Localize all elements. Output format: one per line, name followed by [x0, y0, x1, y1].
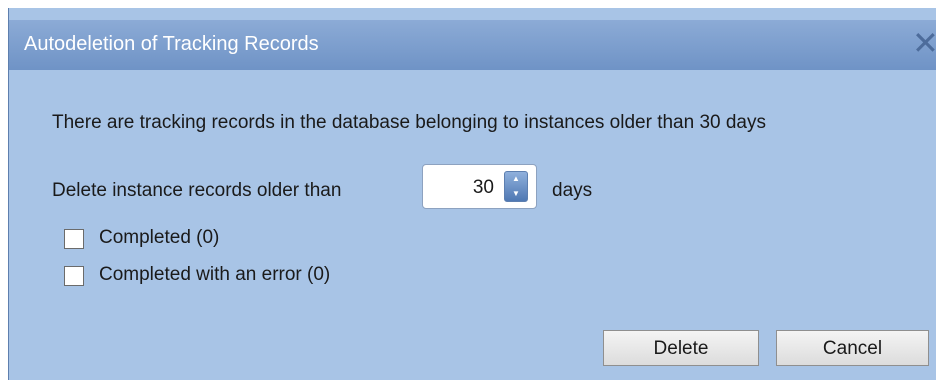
close-icon[interactable]: ✕ [912, 28, 936, 58]
completed-label[interactable]: Completed (0) [99, 227, 219, 249]
stepper-buttons: ▲ ▼ [504, 171, 528, 202]
delete-button[interactable]: Delete [603, 330, 759, 366]
days-stepper[interactable]: 30 ▲ ▼ [422, 164, 537, 209]
cancel-button[interactable]: Cancel [776, 330, 929, 366]
info-message: There are tracking records in the databa… [52, 112, 767, 133]
chevron-up-icon[interactable]: ▲ [505, 172, 527, 186]
older-than-label: Delete instance records older than [52, 180, 342, 201]
dialog-title: Autodeletion of Tracking Records [24, 33, 319, 55]
days-value[interactable]: 30 [473, 177, 494, 199]
completed-with-error-checkbox[interactable] [64, 266, 84, 286]
chevron-down-icon[interactable]: ▼ [505, 187, 527, 201]
completed-with-error-label[interactable]: Completed with an error (0) [99, 264, 330, 286]
dialog-titlebar: Autodeletion of Tracking Records ✕ [9, 20, 936, 70]
completed-checkbox[interactable] [64, 229, 84, 249]
days-unit-label: days [552, 180, 593, 201]
autodeletion-dialog: Autodeletion of Tracking Records ✕ There… [8, 8, 936, 380]
